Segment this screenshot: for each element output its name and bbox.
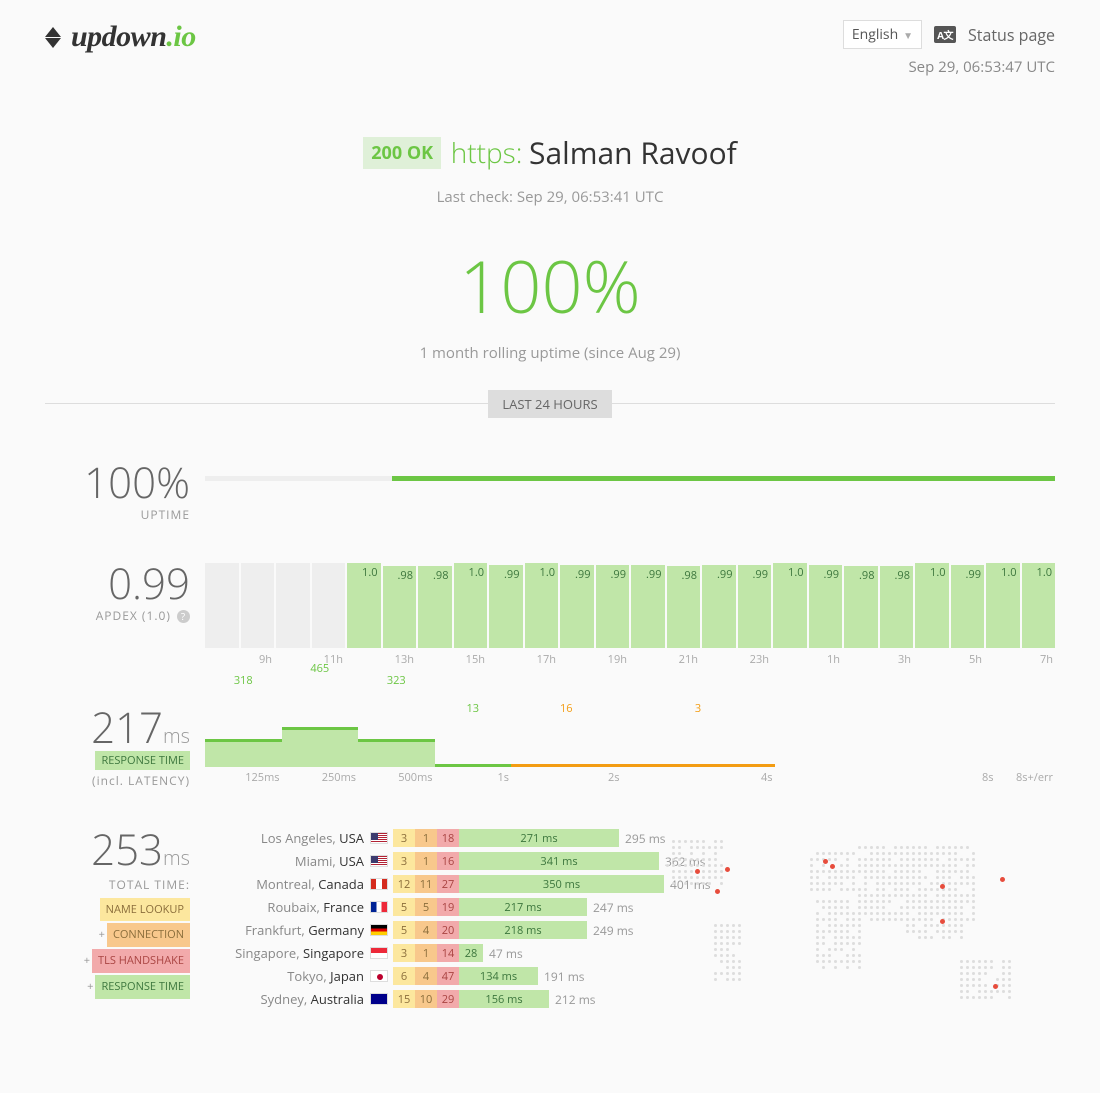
location-row[interactable]: Los Angeles, USA3118271 ms295 ms <box>205 829 1055 847</box>
total-time-label: TOTAL TIME: <box>45 874 190 896</box>
response-sub: (incl. LATENCY) <box>45 772 190 789</box>
legend-tls: TLS HANDSHAKE <box>92 949 190 973</box>
apdex-bar[interactable]: .99 <box>951 565 985 648</box>
response-bucket[interactable]: 8s+/err <box>996 717 1056 767</box>
apdex-bar[interactable] <box>241 563 275 648</box>
response-bucket[interactable]: 34s <box>622 717 775 767</box>
locations-list: Los Angeles, USA3118271 ms295 ms Miami, U… <box>205 829 1055 1008</box>
response-value: 217ms <box>45 707 190 749</box>
chevron-down-icon: ▼ <box>903 28 913 42</box>
apdex-bar[interactable]: .99 <box>596 565 630 648</box>
location-row[interactable]: Miami, USA3116341 ms362 ms <box>205 852 1055 870</box>
response-bucket[interactable]: 465250ms <box>282 717 359 767</box>
apdex-bar[interactable]: 1.0 <box>1022 563 1056 648</box>
help-icon[interactable]: ? <box>177 610 190 623</box>
apdex-bar[interactable]: .98 <box>418 566 452 648</box>
apdex-bar[interactable]: .98 <box>667 566 701 648</box>
apdex-bar[interactable]: 1.0 <box>986 563 1020 648</box>
uptime-value: 100% <box>45 462 190 504</box>
location-row[interactable]: Montreal, Canada121127350 ms401 ms <box>205 875 1055 893</box>
apdex-bar[interactable]: .98 <box>844 566 878 648</box>
location-row[interactable]: Tokyo, Japan6447134 ms191 ms <box>205 967 1055 985</box>
uptime-subtitle: 1 month rolling uptime (since Aug 29) <box>0 343 1100 363</box>
translate-icon[interactable]: A文 <box>934 26 956 43</box>
flag-icon <box>370 878 388 890</box>
flag-icon <box>370 947 388 959</box>
uptime-percent-hero: 100% <box>0 237 1100 335</box>
flag-icon <box>370 901 388 913</box>
apdex-bar[interactable] <box>312 563 346 648</box>
location-row[interactable]: Frankfurt, Germany5420218 ms249 ms <box>205 921 1055 939</box>
logo-text-io: .io <box>166 20 195 53</box>
apdex-bar[interactable]: .99 <box>809 565 843 648</box>
flag-icon <box>370 924 388 936</box>
flag-icon <box>370 832 388 844</box>
apdex-bar[interactable]: .99 <box>702 565 736 648</box>
flag-icon <box>370 970 388 982</box>
apdex-value: 0.99 <box>45 563 190 605</box>
location-row[interactable]: Singapore, Singapore31142847 ms <box>205 944 1055 962</box>
apdex-bar[interactable]: .99 <box>738 565 772 648</box>
apdex-bar[interactable]: .98 <box>383 566 417 648</box>
location-row[interactable]: Sydney, Australia151029156 ms212 ms <box>205 990 1055 1008</box>
language-select[interactable]: English▼ <box>843 20 922 49</box>
total-time-value: 253ms <box>45 829 190 871</box>
apdex-bar[interactable]: 1.0 <box>773 563 807 648</box>
response-bucket[interactable]: 8s <box>775 717 996 767</box>
apdex-label: APDEX (1.0) ? <box>45 607 190 624</box>
response-time-badge: RESPONSE TIME <box>95 751 190 770</box>
response-histogram: 318125ms465250ms323500ms131s162s34s8s8s+… <box>205 707 1055 777</box>
apdex-bar[interactable] <box>205 563 239 648</box>
apdex-chart: 1.0.98.981.0.991.0.99.99.99.98.99.991.0.… <box>205 563 1055 648</box>
tab-last-24-hours[interactable]: LAST 24 HOURS <box>488 390 611 418</box>
http-status-badge: 200 OK <box>363 137 441 169</box>
status-page-link[interactable]: Status page <box>968 24 1055 46</box>
response-bucket[interactable]: 318125ms <box>205 717 282 767</box>
logo[interactable]: updown.io <box>45 20 196 54</box>
uptime-bar <box>205 476 1055 481</box>
apdex-bar[interactable]: 1.0 <box>454 563 488 648</box>
last-check: Last check: Sep 29, 06:53:41 UTC <box>0 187 1100 207</box>
apdex-bar[interactable]: 1.0 <box>347 563 381 648</box>
response-bucket[interactable]: 323500ms <box>358 717 435 767</box>
location-row[interactable]: Roubaix, France5519217 ms247 ms <box>205 898 1055 916</box>
response-bucket[interactable]: 162s <box>511 717 622 767</box>
legend-response: RESPONSE TIME <box>95 975 190 999</box>
apdex-bar[interactable]: 1.0 <box>525 563 559 648</box>
flag-icon <box>370 855 388 867</box>
current-time: Sep 29, 06:53:47 UTC <box>843 57 1055 77</box>
legend-connection: CONNECTION <box>107 923 190 947</box>
protocol-label: https: <box>451 134 523 172</box>
legend-name-lookup: NAME LOOKUP <box>100 898 190 922</box>
apdex-bar[interactable]: .99 <box>560 565 594 648</box>
apdex-bar[interactable]: .99 <box>631 565 665 648</box>
response-bucket[interactable]: 131s <box>435 717 512 767</box>
logo-text-main: updown <box>71 20 166 53</box>
apdex-bar[interactable]: 1.0 <box>915 563 949 648</box>
sort-icon <box>45 27 61 48</box>
site-name[interactable]: Salman Ravoof <box>529 132 737 173</box>
apdex-bar[interactable] <box>276 563 310 648</box>
apdex-bar[interactable]: .99 <box>489 565 523 648</box>
apdex-bar[interactable]: .98 <box>880 566 914 648</box>
flag-icon <box>370 993 388 1005</box>
